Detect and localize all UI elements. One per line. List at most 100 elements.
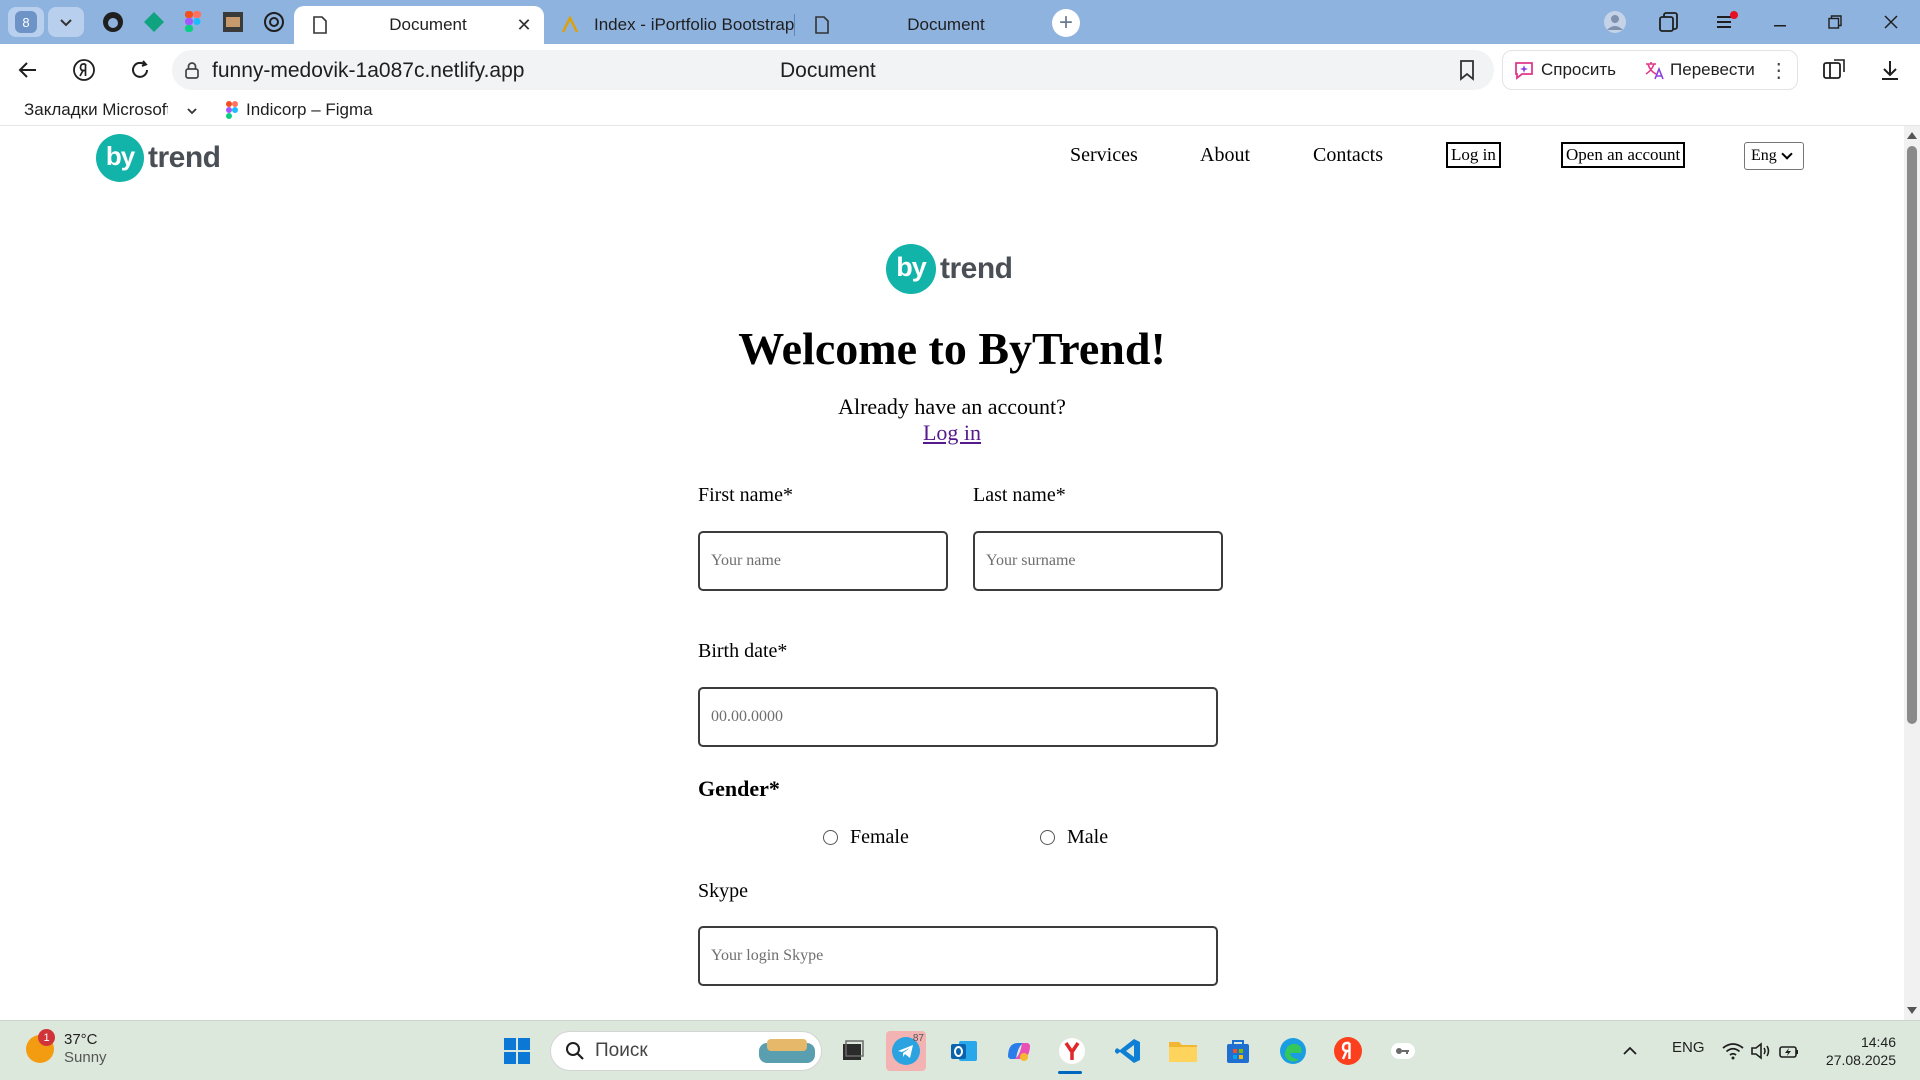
weather-condition: Sunny (64, 1049, 107, 1066)
close-window-button[interactable] (1876, 8, 1906, 36)
tab-document-active[interactable]: Document ✕ (294, 6, 544, 44)
back-button[interactable] (14, 56, 42, 84)
page-scrollbar[interactable] (1904, 126, 1920, 1020)
nav-open-account-button[interactable]: Open an account (1561, 142, 1686, 168)
nav-login-button[interactable]: Log in (1446, 142, 1501, 168)
birth-date-input[interactable]: 00.00.0000 (698, 687, 1218, 747)
taskbar-edge[interactable] (1273, 1031, 1313, 1071)
profile-button[interactable] (1600, 8, 1630, 36)
nav-contacts[interactable]: Contacts (1313, 144, 1383, 167)
chevron-down-icon (187, 108, 197, 115)
page-title-in-omnibox: Document (780, 59, 876, 82)
taskbar-store[interactable] (1218, 1031, 1258, 1071)
taskbar-file-explorer[interactable] (1163, 1031, 1203, 1071)
telegram-badge: 87 (912, 1033, 924, 1044)
radio-male[interactable] (1040, 830, 1055, 845)
taskbar-task-view[interactable] (833, 1031, 873, 1071)
taskbar-outlook[interactable] (944, 1031, 984, 1071)
bookmark-figma[interactable]: Indicorp – Figma (226, 100, 373, 120)
gender-male-label: Male (1067, 826, 1109, 848)
first-name-input[interactable]: Your name (698, 531, 948, 591)
gender-male-option[interactable]: Male (1040, 826, 1108, 849)
pinned-tab-figma[interactable] (181, 10, 205, 34)
url-text[interactable]: funny-medovik-1a087c.netlify.app (212, 59, 524, 83)
bookmark-icon[interactable] (1456, 59, 1478, 81)
tray-wifi[interactable] (1720, 1031, 1746, 1071)
translate-button[interactable]: Перевести (1634, 51, 1765, 89)
last-name-input[interactable]: Your surname (973, 531, 1223, 591)
page-viewport: by trend Services About Contacts Log in … (0, 126, 1904, 1020)
search-icon (566, 1042, 584, 1060)
login-link[interactable]: Log in (923, 420, 981, 445)
close-tab-icon[interactable]: ✕ (512, 13, 536, 37)
tab-document-2[interactable]: Document (796, 6, 1046, 44)
yandex-home-button[interactable] (70, 56, 98, 84)
ask-button[interactable]: Спросить (1503, 51, 1626, 89)
taskbar-copilot[interactable] (999, 1031, 1039, 1071)
tab-group-button[interactable]: 8 (8, 7, 44, 37)
radio-female[interactable] (823, 830, 838, 845)
header-logo[interactable]: by trend (96, 134, 221, 182)
document-icon (310, 15, 330, 35)
taskbar-vscode[interactable] (1108, 1031, 1148, 1071)
tab-title: Document (389, 15, 467, 34)
collections-icon (1659, 12, 1678, 32)
start-button[interactable] (497, 1031, 537, 1071)
input-language[interactable]: ENG (1672, 1039, 1705, 1056)
minimize-button[interactable] (1765, 8, 1795, 36)
scroll-down-arrow-icon[interactable] (1907, 1007, 1917, 1014)
language-select[interactable]: Eng (1744, 142, 1804, 170)
reload-button[interactable] (126, 56, 154, 84)
clock-time: 14:46 (1860, 1034, 1896, 1050)
logo-word: trend (940, 252, 1013, 285)
weather-widget[interactable]: 1 37°C Sunny (26, 1029, 107, 1067)
gender-female-option[interactable]: Female (823, 826, 909, 849)
copilot-icon (1008, 1043, 1030, 1061)
nav-about[interactable]: About (1200, 144, 1250, 167)
taskbar-search[interactable]: Поиск (550, 1031, 822, 1071)
lock-icon[interactable] (182, 60, 202, 80)
tab-iportfolio[interactable]: Index - iPortfolio Bootstrap (544, 6, 794, 44)
more-menu-icon[interactable]: ⋮ (1765, 58, 1793, 83)
bookmarks-bar: Закладки Microsoft Edge Indicorp – Figma (0, 96, 1920, 126)
tray-overflow-button[interactable] (1618, 1031, 1642, 1071)
new-tab-button[interactable]: + (1052, 9, 1080, 37)
nav-services[interactable]: Services (1070, 144, 1138, 167)
yandex-browser-icon (1059, 1038, 1085, 1064)
sidebar-button[interactable] (1820, 56, 1848, 84)
pinned-tab-chatgpt[interactable] (262, 10, 286, 34)
bookmark-folder-microsoft[interactable]: Закладки Microsoft Edge (24, 100, 168, 120)
yandex-icon (1334, 1037, 1362, 1065)
downloads-button[interactable] (1876, 56, 1904, 84)
taskbar-yandex-browser[interactable] (1052, 1031, 1092, 1071)
system-clock[interactable]: 14:46 27.08.2025 (1816, 1033, 1896, 1069)
pinned-tab-github[interactable] (101, 10, 125, 34)
pinned-tab-diamond[interactable] (142, 10, 166, 34)
taskbar-yandex[interactable] (1328, 1031, 1368, 1071)
gender-label: Gender* (698, 776, 780, 801)
speaker-icon (1751, 1042, 1770, 1060)
notifications-button[interactable] (1712, 8, 1742, 36)
ask-ai-icon (1515, 62, 1533, 80)
restore-button[interactable] (1820, 8, 1850, 36)
tab-list-dropdown[interactable] (48, 7, 84, 37)
scrollbar-thumb[interactable] (1907, 146, 1917, 724)
center-logo: by trend (886, 244, 1013, 294)
taskbar-telegram[interactable]: 87 (886, 1031, 926, 1071)
tray-battery[interactable] (1776, 1031, 1802, 1071)
key-app-icon (1391, 1043, 1415, 1059)
taskbar-vpn-app[interactable] (1383, 1031, 1423, 1071)
collections-button[interactable] (1654, 8, 1684, 36)
clock-date: 27.08.2025 (1825, 1052, 1896, 1068)
tray-volume[interactable] (1748, 1031, 1774, 1071)
bookmark-folder-chevron[interactable] (186, 105, 198, 117)
scroll-up-arrow-icon[interactable] (1907, 132, 1917, 139)
pinned-tab-photo[interactable] (221, 10, 245, 34)
weather-badge: 1 (38, 1029, 55, 1046)
yandex-logo-icon (73, 59, 95, 81)
omnibox[interactable]: funny-medovik-1a087c.netlify.app Documen… (172, 50, 1494, 90)
browser-tab-strip: 8 Document ✕ Index - iPortfolio Bootstra… (0, 0, 1920, 44)
skype-input[interactable]: Your login Skype (698, 926, 1218, 986)
last-name-label: Last name* (973, 484, 1066, 506)
first-name-placeholder: Your name (711, 552, 781, 569)
